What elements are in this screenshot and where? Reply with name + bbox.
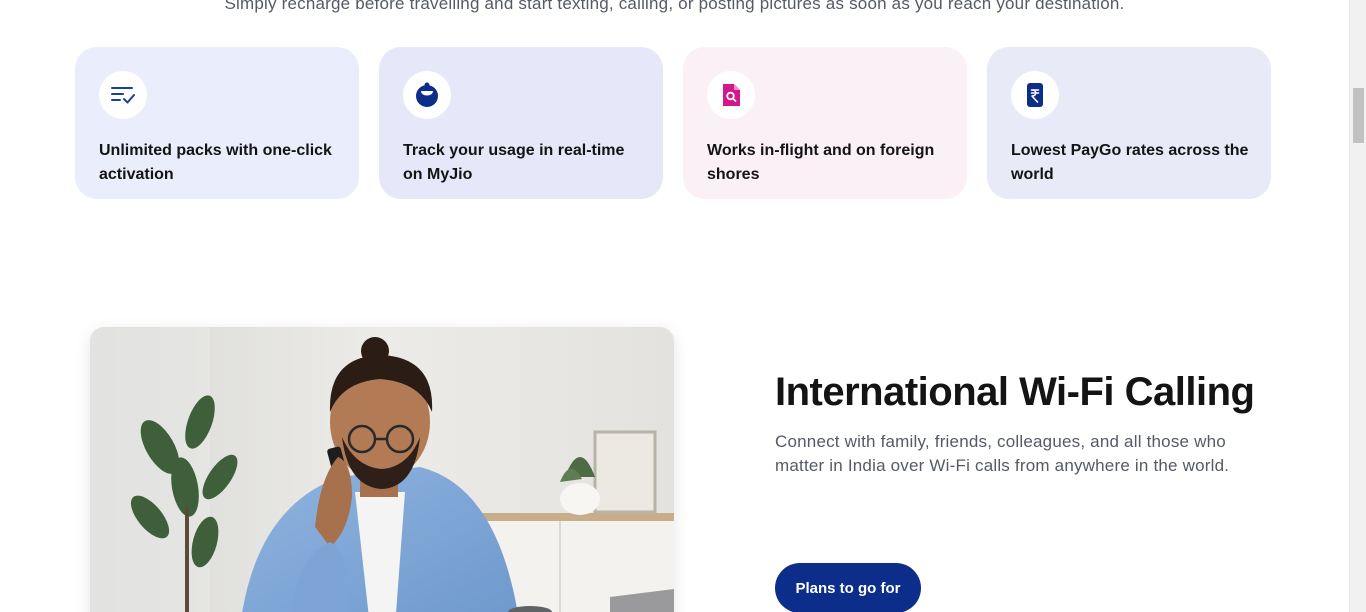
intro-text: Simply recharge before travelling and st…	[224, 0, 1125, 13]
feature-card-paygo-rates: Lowest PayGo rates across the world	[987, 47, 1271, 199]
page: Simply recharge before travelling and st…	[0, 0, 1366, 612]
feature-card-label: Unlimited packs with one-click activatio…	[99, 142, 332, 183]
document-search-icon	[707, 71, 755, 119]
feature-card-label: Lowest PayGo rates across the world	[1011, 142, 1249, 183]
plans-to-go-for-button[interactable]: Plans to go for	[775, 563, 921, 612]
man-on-phone-photo	[90, 327, 674, 612]
rupee-phone-icon	[1011, 71, 1059, 119]
myjio-icon	[403, 71, 451, 119]
wifi-calling-description: Connect with family, friends, colleagues…	[775, 432, 1230, 475]
page-scrollbar[interactable]	[1349, 0, 1366, 612]
feature-card-track-usage: Track your usage in real-time on MyJio	[379, 47, 663, 199]
wifi-calling-title: International Wi-Fi Calling	[775, 370, 1255, 414]
scrollbar-thumb[interactable]	[1353, 88, 1364, 143]
feature-card-label: Track your usage in real-time on MyJio	[403, 142, 625, 183]
feature-card-unlimited-packs: Unlimited packs with one-click activatio…	[75, 47, 359, 199]
feature-card-label: Works in-flight and on foreign shores	[707, 142, 935, 183]
checklist-icon	[99, 71, 147, 119]
feature-card-in-flight: Works in-flight and on foreign shores	[683, 47, 967, 199]
wifi-calling-section: International Wi-Fi Calling Connect with…	[775, 372, 1265, 478]
